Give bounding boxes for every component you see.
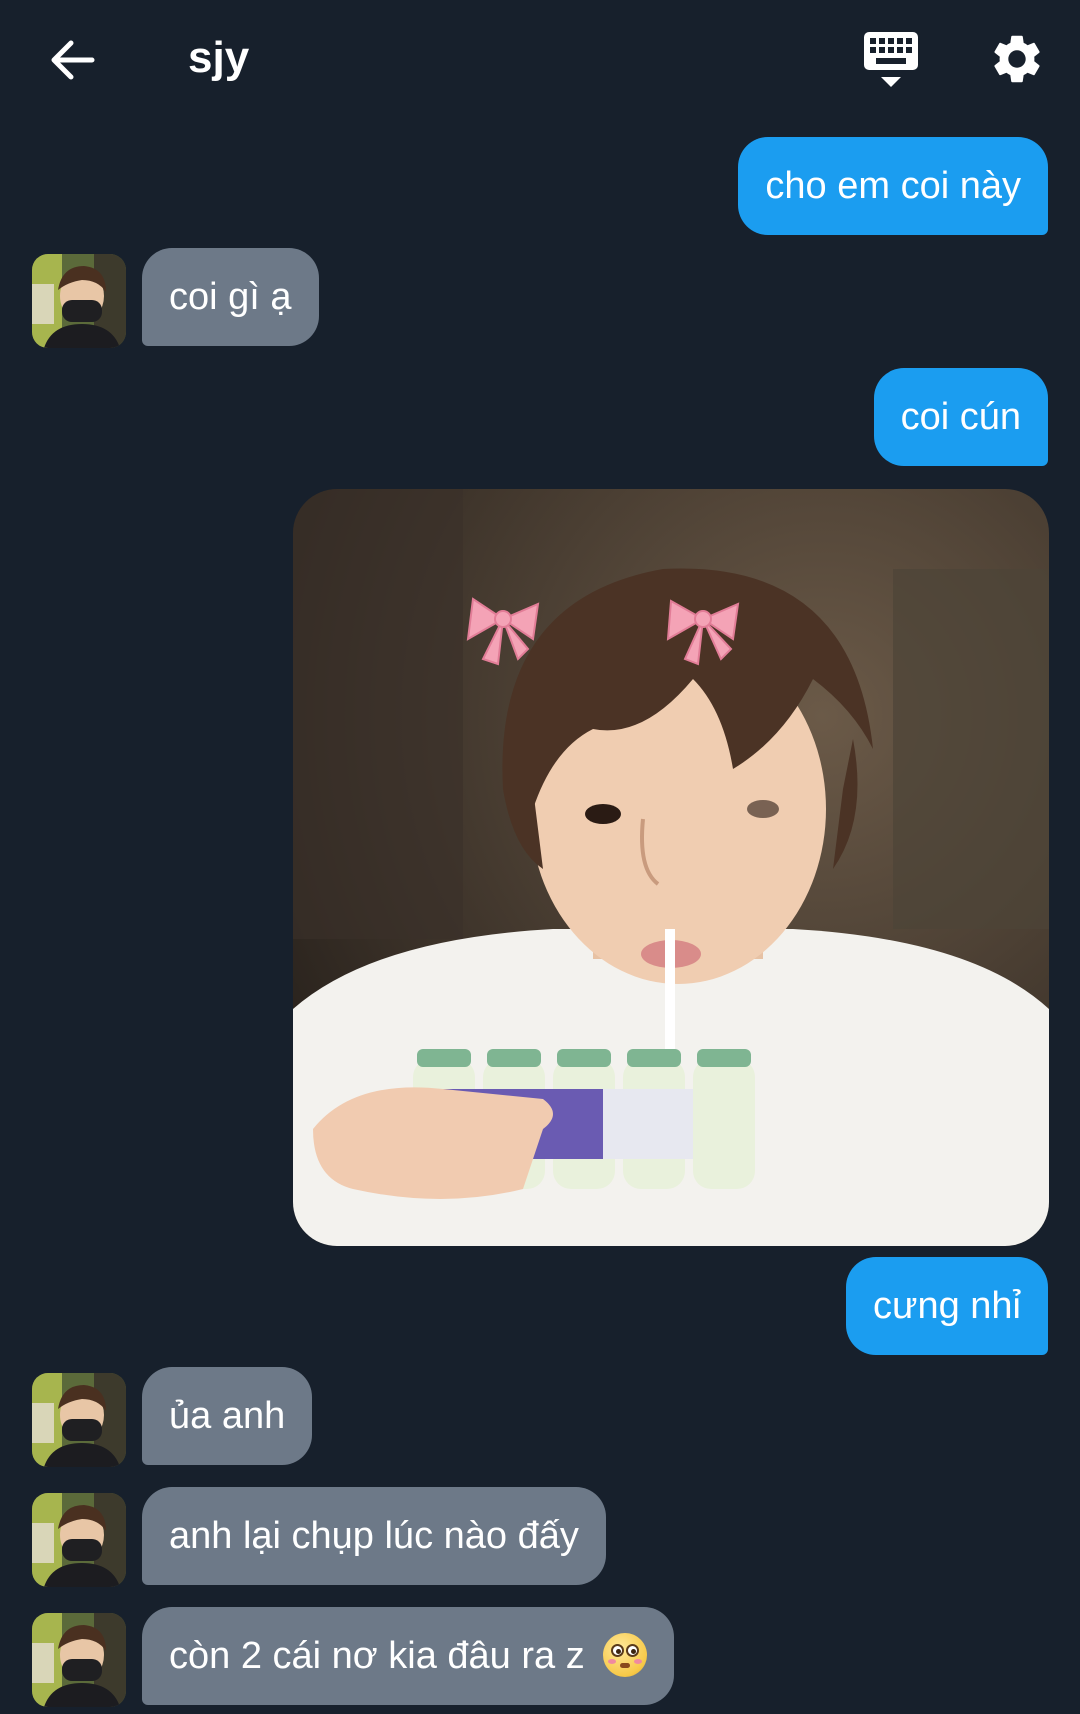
message-bubble-outgoing[interactable]: cho em coi này [738, 137, 1048, 235]
back-button[interactable] [44, 30, 104, 90]
message-text: cưng nhỉ [873, 1285, 1021, 1327]
message-bubble-incoming[interactable]: coi gì ạ [142, 248, 319, 346]
message-text: còn 2 cái nơ kia đâu ra z [169, 1635, 585, 1677]
shared-photo-image [293, 489, 1049, 1246]
avatar[interactable] [32, 254, 126, 348]
message-text: cho em coi này [765, 165, 1021, 207]
keyboard-toggle-button[interactable] [862, 30, 920, 92]
top-bar: sjy [0, 0, 1080, 120]
message-text: ủa anh [169, 1395, 286, 1437]
message-bubble-incoming[interactable]: còn 2 cái nơ kia đâu ra z [142, 1607, 675, 1705]
contact-avatar-image [32, 254, 126, 348]
settings-button[interactable] [988, 30, 1046, 88]
message-bubble-incoming[interactable]: ủa anh [142, 1367, 313, 1465]
avatar[interactable] [32, 1373, 126, 1467]
message-text: anh lại chụp lúc nào đấy [169, 1515, 579, 1557]
avatar[interactable] [32, 1493, 126, 1587]
message-text: coi gì ạ [169, 276, 292, 318]
contact-avatar-image [32, 1613, 126, 1707]
contact-avatar-image [32, 1373, 126, 1467]
message-text: coi cún [900, 396, 1021, 438]
avatar[interactable] [32, 1613, 126, 1707]
arrow-left-icon [51, 40, 95, 80]
contact-avatar-image [32, 1493, 126, 1587]
flushed-face-emoji [603, 1632, 648, 1677]
gear-icon [994, 35, 1040, 83]
message-bubble-outgoing[interactable]: cưng nhỉ [846, 1257, 1048, 1355]
keyboard-hide-icon [864, 32, 918, 87]
message-bubble-outgoing[interactable]: coi cún [873, 368, 1048, 466]
message-bubble-incoming[interactable]: anh lại chụp lúc nào đấy [142, 1487, 606, 1585]
photo-message[interactable] [293, 489, 1049, 1246]
conversation-title: sjy [188, 33, 250, 82]
